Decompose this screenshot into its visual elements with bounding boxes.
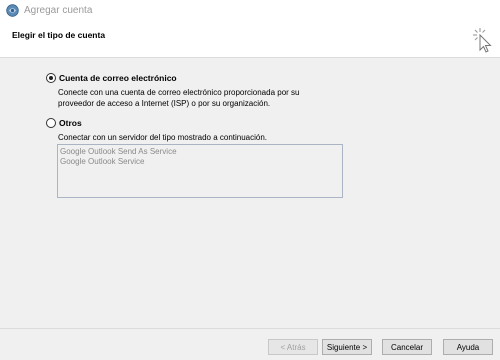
back-button[interactable]: < Atrás [268, 339, 318, 355]
cancel-button[interactable]: Cancelar [382, 339, 432, 355]
list-item[interactable]: Google Outlook Send As Service [58, 147, 342, 157]
other-account-radio[interactable] [46, 118, 56, 128]
other-account-description: Conectar con un servidor del tipo mostra… [58, 133, 268, 142]
email-desc-line2: proveedor de acceso a Internet (ISP) o p… [58, 99, 271, 108]
other-account-option[interactable]: Otros [46, 118, 82, 128]
next-button[interactable]: Siguiente > [322, 339, 372, 355]
other-account-label[interactable]: Otros [59, 118, 82, 128]
list-item[interactable]: Google Outlook Service [58, 157, 342, 167]
footer-divider [0, 328, 500, 329]
email-account-label[interactable]: Cuenta de correo electrónico [59, 73, 177, 83]
cursor-click-icon [473, 28, 492, 53]
email-account-description: Conecte con una cuenta de correo electró… [58, 87, 300, 109]
server-type-list[interactable]: Google Outlook Send As Service Google Ou… [57, 144, 343, 198]
outlook-app-icon [6, 4, 19, 17]
email-desc-line1: Conecte con una cuenta de correo electró… [58, 88, 300, 97]
page-title: Elegir el tipo de cuenta [12, 30, 106, 40]
window-title: Agregar cuenta [24, 5, 93, 16]
help-button[interactable]: Ayuda [443, 339, 493, 355]
title-bar: Agregar cuenta [0, 0, 500, 22]
email-account-option[interactable]: Cuenta de correo electrónico [46, 73, 177, 83]
wizard-header: Elegir el tipo de cuenta [0, 22, 500, 58]
email-account-radio[interactable] [46, 73, 56, 83]
